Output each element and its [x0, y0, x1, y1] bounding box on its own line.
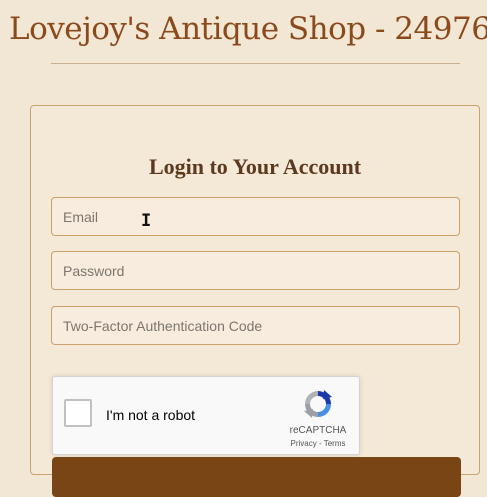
recaptcha-privacy-link[interactable]: Privacy — [291, 439, 317, 448]
recaptcha-logo-icon — [304, 390, 332, 418]
recaptcha-links: Privacy - Terms — [281, 439, 355, 448]
recaptcha-link-separator: - — [316, 439, 324, 448]
recaptcha-widget: I'm not a robot reCAPTCHA Privacy - Term… — [52, 376, 360, 455]
password-field[interactable] — [51, 251, 460, 290]
recaptcha-brand: reCAPTCHA — [289, 425, 347, 436]
text-cursor-icon: I — [141, 211, 152, 231]
two-factor-code-field[interactable] — [51, 306, 460, 345]
login-card: Login to Your Account I'm not a robot re… — [30, 105, 480, 497]
recaptcha-terms-link[interactable]: Terms — [324, 439, 346, 448]
email-field[interactable] — [51, 197, 460, 236]
recaptcha-checkbox[interactable] — [64, 399, 92, 427]
login-submit-button[interactable] — [52, 457, 461, 497]
site-title: Lovejoy's Antique Shop - 24976 — [9, 11, 487, 47]
login-heading: Login to Your Account — [148, 154, 362, 179]
title-divider — [51, 63, 460, 64]
recaptcha-label: I'm not a robot — [106, 407, 196, 423]
